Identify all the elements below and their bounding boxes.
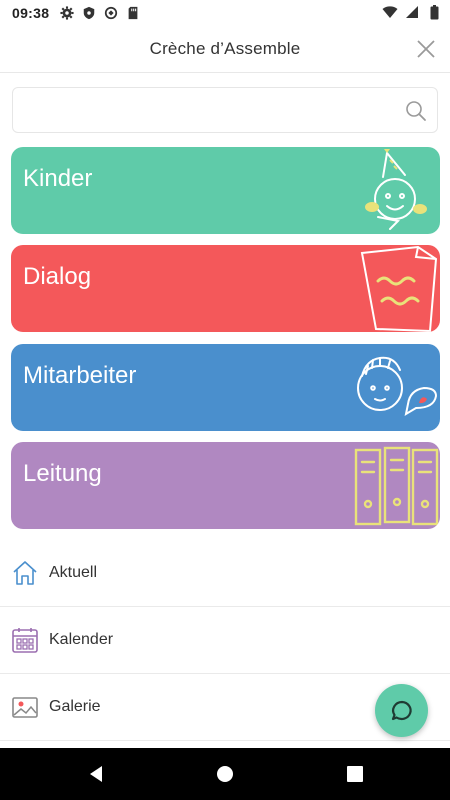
sd-card-icon (125, 5, 141, 21)
battery-icon (426, 4, 442, 20)
image-icon (12, 697, 38, 718)
home-icon (217, 766, 233, 782)
gear-icon (59, 5, 75, 21)
category-dialog-button[interactable]: Dialog (11, 245, 440, 332)
search-box (12, 87, 438, 134)
menu-item-kalender[interactable]: Kalender (0, 607, 450, 674)
calendar-icon (12, 628, 38, 653)
shield-icon (81, 5, 97, 21)
menu-item-label: Aktuell (49, 564, 98, 581)
person-illustration-icon (357, 356, 438, 417)
recents-button[interactable] (345, 764, 365, 784)
status-bar: 09:38 (0, 0, 450, 26)
chat-icon (391, 700, 412, 720)
recents-icon (347, 766, 363, 782)
category-label: Mitarbeiter (23, 362, 137, 389)
app-header: Crèche d’Assemble (0, 26, 450, 73)
home-icon (13, 561, 37, 585)
home-button[interactable] (215, 764, 235, 784)
wifi-icon (382, 4, 398, 20)
close-icon (417, 40, 435, 58)
category-leitung-button[interactable]: Leitung (11, 442, 440, 529)
menu-item-label: Kalender (49, 631, 114, 648)
back-button[interactable] (86, 764, 106, 784)
close-button[interactable] (414, 37, 438, 61)
search-input[interactable] (23, 88, 407, 134)
category-kinder-button[interactable]: Kinder (11, 147, 440, 234)
child-illustration-icon (365, 149, 427, 230)
cell-signal-icon (404, 4, 420, 20)
binders-illustration-icon (354, 446, 439, 526)
search-icon[interactable] (405, 100, 427, 122)
category-label: Kinder (23, 165, 93, 192)
category-label: Leitung (23, 460, 102, 487)
document-illustration-icon (360, 245, 438, 332)
menu-item-aktuell[interactable]: Aktuell (0, 540, 450, 607)
back-icon (90, 766, 102, 782)
page-title: Crèche d’Assemble (149, 39, 301, 58)
category-label: Dialog (23, 263, 92, 290)
category-mitarbeiter-button[interactable]: Mitarbeiter (11, 344, 440, 431)
menu-item-label: Galerie (49, 698, 101, 715)
sync-icon (103, 5, 119, 21)
system-nav-bar (0, 748, 450, 800)
chat-button[interactable] (375, 684, 428, 737)
status-time: 09:38 (12, 5, 50, 21)
